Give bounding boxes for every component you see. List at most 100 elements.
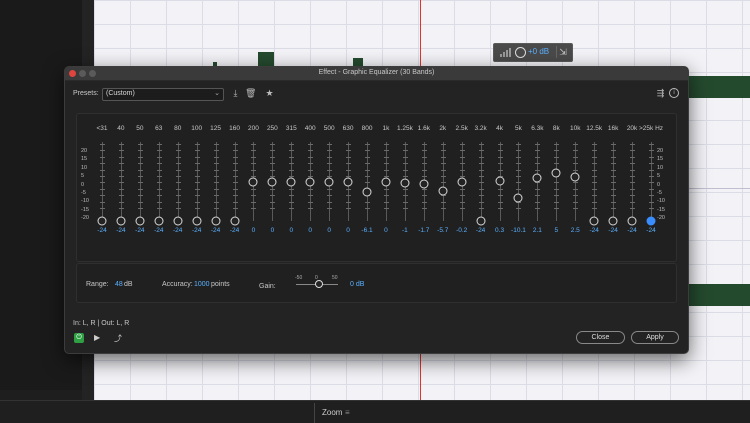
band-slider-tick xyxy=(194,169,200,171)
volume-knob-icon[interactable] xyxy=(515,47,526,58)
band-slider-handle[interactable] xyxy=(154,216,164,226)
db-scale-label: -5 xyxy=(657,190,662,196)
band-gain-value[interactable]: -1.7 xyxy=(418,227,429,234)
info-icon[interactable]: i xyxy=(669,88,679,98)
db-scale-label: 0 xyxy=(81,181,85,188)
band-gain-value[interactable]: 0 xyxy=(384,227,388,234)
band-gain-value[interactable]: -1 xyxy=(402,227,408,234)
band-gain-value[interactable]: 0 xyxy=(308,227,312,234)
band-slider-handle[interactable] xyxy=(211,216,221,226)
band-slider-handle[interactable] xyxy=(230,216,240,226)
band-slider-tick xyxy=(365,156,371,158)
presets-dropdown[interactable]: (Custom) ⌄ xyxy=(102,88,224,101)
zoom-panel-title[interactable]: Zoom xyxy=(322,408,342,417)
band-gain-value[interactable]: -24 xyxy=(230,227,239,234)
waveform-burst xyxy=(686,284,750,306)
band-gain-value[interactable]: -24 xyxy=(646,227,655,234)
save-preset-icon[interactable]: ⤓ xyxy=(230,88,241,99)
panel-menu-icon[interactable]: ≡ xyxy=(345,408,350,417)
band-gain-value[interactable]: 2.5 xyxy=(571,227,580,234)
gain-slider-handle[interactable] xyxy=(315,280,323,288)
band-gain-value[interactable]: -24 xyxy=(173,227,182,234)
band-slider-handle[interactable] xyxy=(438,186,448,196)
band-slider-handle[interactable] xyxy=(476,216,486,226)
band-slider-handle[interactable] xyxy=(173,216,183,226)
close-button[interactable]: Close xyxy=(576,331,625,344)
band-gain-value[interactable]: 0 xyxy=(289,227,293,234)
band-slider-tick xyxy=(137,169,143,171)
band-slider-tick xyxy=(156,144,162,145)
band-slider-tick xyxy=(213,144,219,145)
band-gain-value[interactable]: -24 xyxy=(590,227,599,234)
band-slider-handle[interactable] xyxy=(135,216,145,226)
pin-icon[interactable]: ⇲ xyxy=(556,46,569,58)
band-slider-handle[interactable] xyxy=(192,216,202,226)
band-slider-handle[interactable] xyxy=(362,187,372,197)
band-slider-handle[interactable] xyxy=(381,177,391,186)
accuracy-label: Accuracy: xyxy=(162,281,193,288)
band-slider-handle[interactable] xyxy=(305,177,315,186)
band-gain-value[interactable]: 0 xyxy=(346,227,350,234)
band-gain-value[interactable]: -24 xyxy=(476,227,485,234)
range-value[interactable]: 48 xyxy=(115,281,123,288)
band-slider-handle[interactable] xyxy=(267,177,277,186)
band-slider-tick xyxy=(118,188,124,190)
preview-play-icon[interactable]: ▶ xyxy=(94,333,100,342)
band-gain-value[interactable]: 0.3 xyxy=(495,227,504,234)
band-slider-handle[interactable] xyxy=(627,216,637,226)
band-gain-value[interactable]: -24 xyxy=(135,227,144,234)
band-slider-handle[interactable] xyxy=(97,216,107,226)
band-slider-handle[interactable] xyxy=(419,179,429,189)
band-gain-value[interactable]: -24 xyxy=(627,227,636,234)
band-gain-value[interactable]: 5 xyxy=(555,227,559,234)
delete-preset-icon[interactable]: 🗑 xyxy=(245,88,256,99)
band-slider-tick xyxy=(630,188,636,190)
band-gain-value[interactable]: -24 xyxy=(97,227,106,234)
band-gain-value[interactable]: -24 xyxy=(211,227,220,234)
band-gain-value[interactable]: -5.7 xyxy=(437,227,448,234)
band-gain-value[interactable]: -24 xyxy=(154,227,163,234)
band-slider-tick xyxy=(100,150,105,152)
band-slider-handle[interactable] xyxy=(248,177,258,186)
hud-volume[interactable]: +0 dB ⇲ xyxy=(493,43,573,62)
band-slider-handle[interactable] xyxy=(457,177,467,187)
band-gain-value[interactable]: -24 xyxy=(192,227,201,234)
band-slider-handle[interactable] xyxy=(608,216,618,226)
band-slider-tick xyxy=(554,163,560,165)
band-slider-handle[interactable] xyxy=(286,177,296,186)
power-toggle-icon[interactable]: ⏻ xyxy=(74,333,84,343)
band-slider-handle[interactable] xyxy=(589,216,599,226)
band-gain-value[interactable]: -6.1 xyxy=(361,227,372,234)
band-slider-tick xyxy=(611,144,617,145)
band-slider-handle[interactable] xyxy=(343,177,353,186)
band-slider-tick xyxy=(365,182,371,184)
title-bar[interactable]: Effect - Graphic Equalizer (30 Bands) xyxy=(65,67,688,81)
apply-button[interactable]: Apply xyxy=(631,331,679,344)
band-gain-value[interactable]: 0 xyxy=(327,227,331,234)
accuracy-value[interactable]: 1000 xyxy=(194,281,210,288)
routing-icon[interactable]: ⇶ xyxy=(655,88,666,99)
band-gain-value[interactable]: -0.2 xyxy=(456,227,467,234)
band-slider-handle[interactable] xyxy=(495,176,505,186)
band-frequency-label: 12.5k xyxy=(586,125,603,132)
db-scale-label: 5 xyxy=(657,173,661,180)
band-gain-value[interactable]: 0 xyxy=(252,227,256,234)
band-slider-handle[interactable] xyxy=(116,216,126,226)
gain-value[interactable]: 0 dB xyxy=(350,281,364,288)
band-slider-handle[interactable] xyxy=(400,178,410,188)
band-slider-handle[interactable] xyxy=(646,216,656,226)
band-slider-handle[interactable] xyxy=(551,168,561,178)
band-slider-handle[interactable] xyxy=(532,173,542,183)
presets-value: (Custom) xyxy=(106,90,135,97)
band-slider-handle[interactable] xyxy=(570,172,580,182)
band-slider-handle[interactable] xyxy=(324,177,334,186)
band-gain-value[interactable]: 0 xyxy=(271,227,275,234)
band-gain-value[interactable]: -24 xyxy=(116,227,125,234)
band-gain-value[interactable]: -24 xyxy=(608,227,617,234)
hud-gain-value[interactable]: +0 dB xyxy=(528,47,549,56)
band-slider-handle[interactable] xyxy=(513,193,523,203)
band-gain-value[interactable]: -10.1 xyxy=(511,227,526,234)
favorite-star-icon[interactable]: ★ xyxy=(264,88,275,99)
band-gain-value[interactable]: 2.1 xyxy=(533,227,542,234)
loop-toggle-icon[interactable]: ⤴ xyxy=(114,333,122,344)
